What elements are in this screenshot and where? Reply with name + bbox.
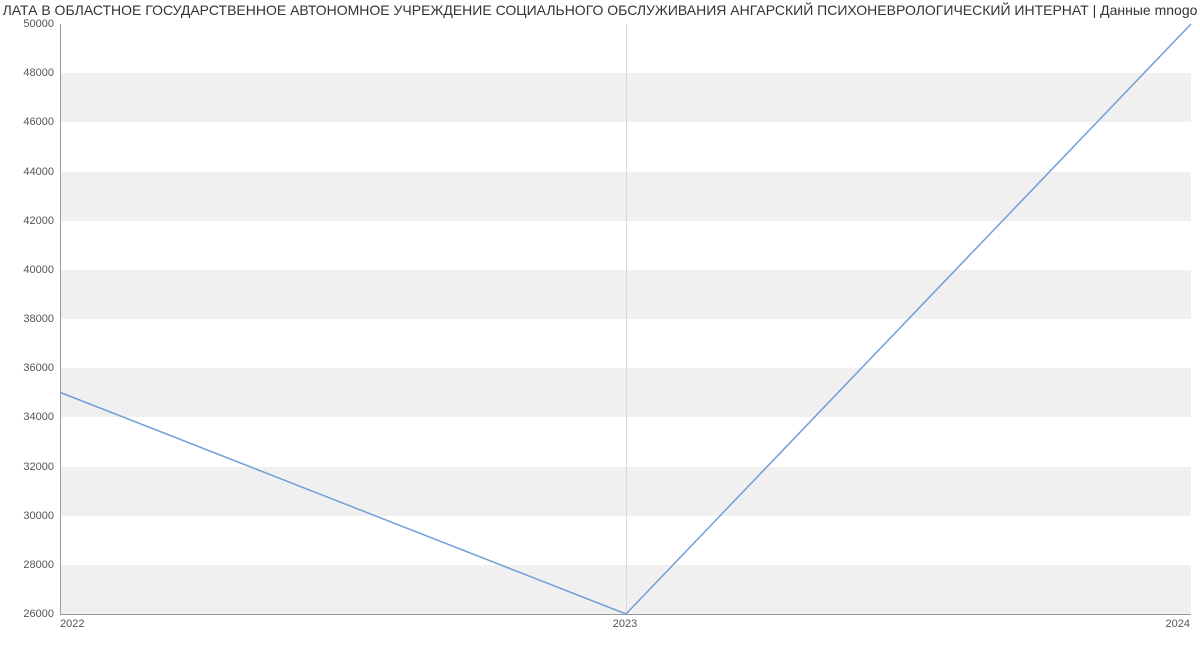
y-tick-label: 50000 — [4, 18, 54, 30]
y-tick-label: 38000 — [4, 313, 54, 325]
y-tick-label: 26000 — [4, 608, 54, 620]
y-tick-label: 36000 — [4, 362, 54, 374]
x-tick-label: 2024 — [1166, 618, 1190, 630]
y-tick-label: 28000 — [4, 559, 54, 571]
y-tick-label: 44000 — [4, 166, 54, 178]
y-tick-label: 40000 — [4, 264, 54, 276]
x-tick-label: 2023 — [613, 618, 637, 630]
x-tick-label: 2022 — [60, 618, 84, 630]
y-tick-label: 48000 — [4, 67, 54, 79]
y-tick-label: 42000 — [4, 215, 54, 227]
y-tick-label: 34000 — [4, 411, 54, 423]
y-tick-label: 30000 — [4, 510, 54, 522]
line-series — [61, 24, 1191, 614]
y-tick-label: 46000 — [4, 116, 54, 128]
chart-title: ЛАТА В ОБЛАСТНОЕ ГОСУДАРСТВЕННОЕ АВТОНОМ… — [0, 2, 1200, 18]
y-tick-label: 32000 — [4, 461, 54, 473]
plot-area — [60, 24, 1191, 615]
